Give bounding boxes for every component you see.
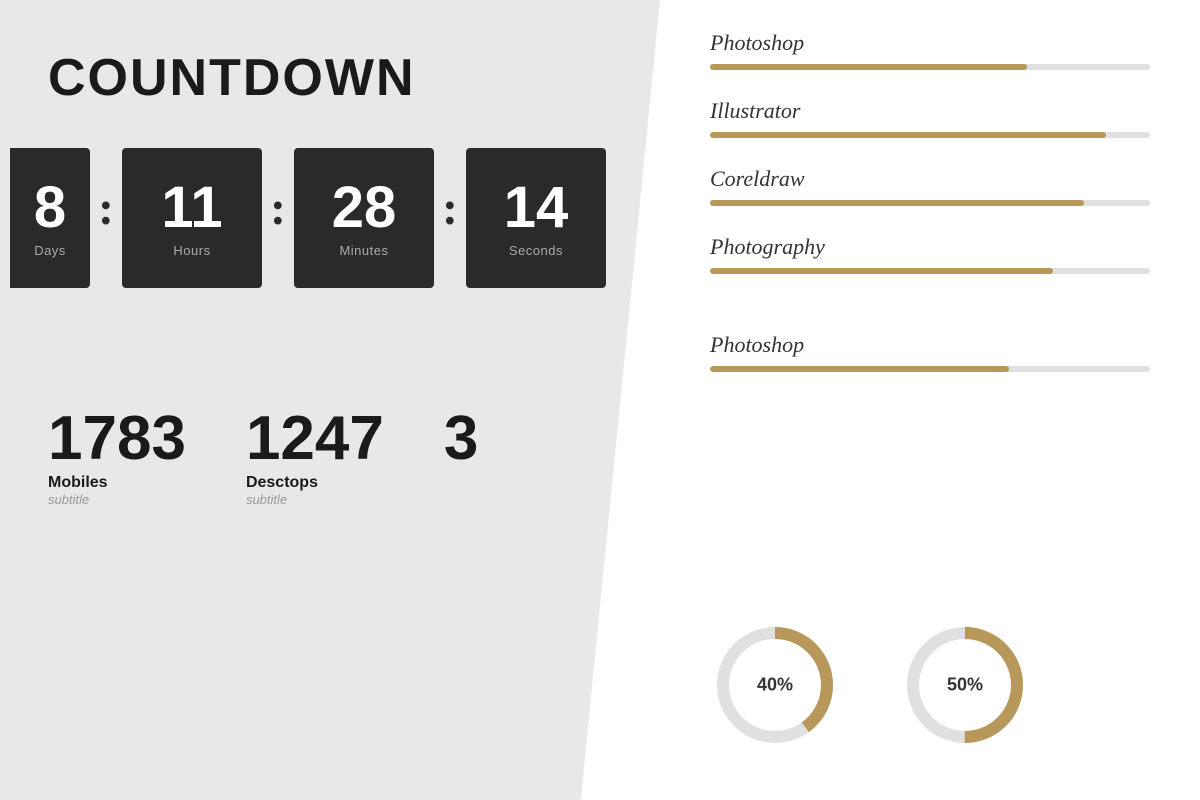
timer-minutes-label: Minutes (339, 243, 388, 258)
skill-illustrator-bar-fill (710, 132, 1106, 138)
donuts-section: 40% 50% (710, 590, 1150, 770)
donut-50-container: 50% (900, 620, 1030, 750)
skill-photography-name: Photography (710, 234, 1150, 260)
skill-coreldraw-bar-bg (710, 200, 1150, 206)
desktops-number: 1247 (246, 408, 384, 470)
donut-40-label: 40% (757, 675, 793, 696)
skill-coreldraw-bar-fill (710, 200, 1084, 206)
skill-coreldraw: Coreldraw (710, 166, 1150, 206)
timer-block-days: 8 Days (10, 148, 90, 288)
timer-hours-label: Hours (173, 243, 210, 258)
timer-minutes-number: 28 (332, 179, 397, 237)
colon-3: : (434, 181, 466, 236)
stats-section: 1783 Mobiles subtitle 1247 Desctops subt… (0, 288, 660, 507)
donut-50: 50% (900, 620, 1030, 750)
mobiles-number: 1783 (48, 408, 186, 470)
skills-section: Photoshop Illustrator Coreldraw Photogra… (710, 30, 1150, 590)
countdown-title: COUNTDOWN (0, 0, 660, 108)
other-number: 3 (444, 408, 478, 470)
desktops-subtitle: subtitle (246, 492, 287, 507)
skill-photoshop: Photoshop (710, 30, 1150, 70)
countdown-timer: 8 Days : 11 Hours : 28 Minutes : 14 Seco… (0, 108, 660, 288)
donut-50-label: 50% (947, 675, 983, 696)
skill-photoshop-name: Photoshop (710, 30, 1150, 56)
skill-illustrator-bar-bg (710, 132, 1150, 138)
skill-photoshop2-bar-bg (710, 366, 1150, 372)
skill-photoshop2-name: Photoshop (710, 332, 1150, 358)
skill-photography: Photography (710, 234, 1150, 274)
donut-40-container: 40% (710, 620, 840, 750)
mobiles-subtitle: subtitle (48, 492, 89, 507)
timer-days-number: 8 (34, 179, 66, 237)
timer-hours-number: 11 (161, 179, 222, 237)
donut-40: 40% (710, 620, 840, 750)
skill-photoshop-bar-fill (710, 64, 1027, 70)
timer-seconds-number: 14 (504, 179, 569, 237)
skill-illustrator-name: Illustrator (710, 98, 1150, 124)
skill-photoshop2: Photoshop (710, 332, 1150, 372)
right-panel: Photoshop Illustrator Coreldraw Photogra… (660, 0, 1200, 800)
stat-desktops: 1247 Desctops subtitle (246, 368, 384, 507)
stat-other: 3 (444, 368, 478, 470)
skill-photoshop2-bar-fill (710, 366, 1009, 372)
mobiles-title: Mobiles (48, 474, 108, 492)
timer-block-minutes: 28 Minutes (294, 148, 434, 288)
timer-block-hours: 11 Hours (122, 148, 262, 288)
colon-1: : (90, 181, 122, 236)
colon-2: : (262, 181, 294, 236)
skill-illustrator: Illustrator (710, 98, 1150, 138)
skill-photography-bar-fill (710, 268, 1053, 274)
stat-mobiles: 1783 Mobiles subtitle (48, 368, 186, 507)
skill-coreldraw-name: Coreldraw (710, 166, 1150, 192)
desktops-title: Desctops (246, 474, 318, 492)
timer-seconds-label: Seconds (509, 243, 563, 258)
timer-days-label: Days (34, 243, 66, 258)
timer-block-seconds: 14 Seconds (466, 148, 606, 288)
skill-photoshop-bar-bg (710, 64, 1150, 70)
skill-photography-bar-bg (710, 268, 1150, 274)
left-panel: COUNTDOWN 8 Days : 11 Hours : 28 Minutes… (0, 0, 660, 800)
